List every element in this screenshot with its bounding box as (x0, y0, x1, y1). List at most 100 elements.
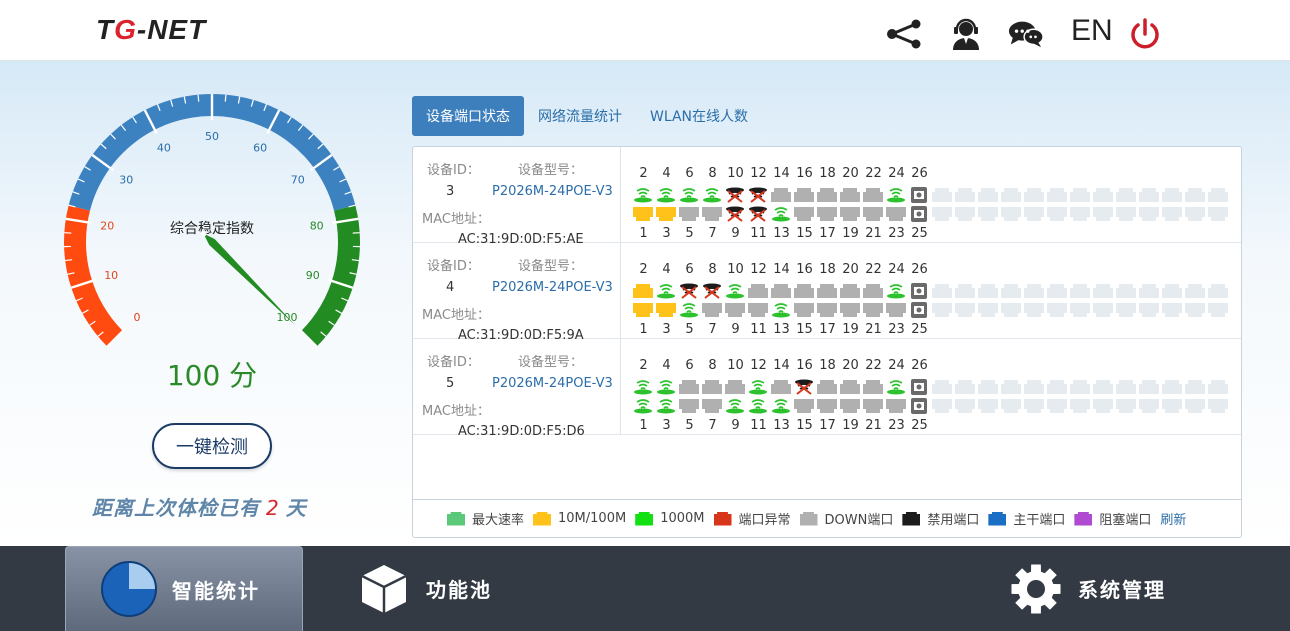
ethernet-port[interactable] (748, 283, 768, 299)
sfp-port[interactable] (909, 206, 929, 222)
tab-wlan-online-users[interactable]: WLAN在线人数 (636, 96, 762, 136)
port-number: 2 (639, 262, 648, 277)
nav-smart-stats[interactable]: 智能统计 (65, 546, 303, 631)
nav-function-pool[interactable]: 功能池 (360, 546, 540, 631)
ethernet-port[interactable] (863, 206, 883, 222)
ethernet-port[interactable] (794, 398, 814, 414)
ethernet-port[interactable] (679, 379, 699, 395)
ethernet-port[interactable] (840, 206, 860, 222)
ethernet-port[interactable] (679, 283, 699, 299)
ethernet-port[interactable] (817, 398, 837, 414)
ethernet-port[interactable] (679, 187, 699, 203)
language-toggle[interactable]: EN (1071, 14, 1113, 48)
chat-icon[interactable] (1008, 16, 1044, 52)
ethernet-port[interactable] (840, 398, 860, 414)
ethernet-port[interactable] (656, 283, 676, 299)
ethernet-port[interactable] (817, 302, 837, 318)
ethernet-port[interactable] (656, 379, 676, 395)
ethernet-port[interactable] (771, 379, 791, 395)
ethernet-port[interactable] (886, 302, 906, 318)
one-click-detect-button[interactable]: 一键检测 (152, 423, 272, 469)
ethernet-port[interactable] (771, 398, 791, 414)
sfp-port[interactable] (909, 302, 929, 318)
ethernet-port[interactable] (725, 283, 745, 299)
device-model-value[interactable]: P2026M-24POE-V3 (492, 280, 613, 295)
sfp-port[interactable] (909, 398, 929, 414)
ethernet-port[interactable] (771, 206, 791, 222)
ethernet-port[interactable] (840, 187, 860, 203)
refresh-link[interactable]: 刷新 (1160, 509, 1186, 528)
device-row: 设备ID： 设备型号： 3 P2026M-24POE-V3 MAC地址： AC:31:9D… (413, 147, 1241, 247)
ethernet-port[interactable] (817, 379, 837, 395)
sfp-port[interactable] (909, 187, 929, 203)
ethernet-port[interactable] (702, 283, 722, 299)
ethernet-port[interactable] (748, 379, 768, 395)
ethernet-port[interactable] (863, 398, 883, 414)
ethernet-port[interactable] (656, 206, 676, 222)
ethernet-port[interactable] (679, 302, 699, 318)
empty-port-slot (1162, 187, 1182, 203)
ethernet-port[interactable] (633, 206, 653, 222)
ethernet-port[interactable] (725, 206, 745, 222)
ethernet-port[interactable] (771, 283, 791, 299)
ethernet-port[interactable] (817, 187, 837, 203)
ethernet-port[interactable] (633, 187, 653, 203)
ethernet-port[interactable] (748, 302, 768, 318)
ethernet-port[interactable] (748, 206, 768, 222)
power-icon[interactable] (1127, 16, 1163, 52)
empty-port-slot (1162, 302, 1182, 318)
ethernet-port[interactable] (771, 302, 791, 318)
ethernet-port[interactable] (702, 302, 722, 318)
ethernet-port[interactable] (886, 379, 906, 395)
ethernet-port[interactable] (725, 379, 745, 395)
device-model-value[interactable]: P2026M-24POE-V3 (492, 184, 613, 199)
ethernet-port[interactable] (794, 206, 814, 222)
sfp-port[interactable] (909, 379, 929, 395)
ethernet-port[interactable] (840, 379, 860, 395)
ethernet-port[interactable] (886, 398, 906, 414)
ethernet-port[interactable] (679, 206, 699, 222)
empty-port-slot (1070, 302, 1090, 318)
ethernet-port[interactable] (748, 398, 768, 414)
ethernet-port[interactable] (702, 187, 722, 203)
ethernet-port[interactable] (863, 302, 883, 318)
nav-system-management[interactable]: 系统管理 (1010, 546, 1190, 631)
ethernet-port[interactable] (863, 283, 883, 299)
ethernet-port[interactable] (702, 206, 722, 222)
ethernet-port[interactable] (840, 283, 860, 299)
ethernet-port[interactable] (817, 206, 837, 222)
ethernet-port[interactable] (656, 187, 676, 203)
ethernet-port[interactable] (794, 379, 814, 395)
ethernet-port[interactable] (725, 187, 745, 203)
ethernet-port[interactable] (633, 379, 653, 395)
ethernet-port[interactable] (863, 187, 883, 203)
ethernet-port[interactable] (702, 398, 722, 414)
share-icon[interactable] (886, 16, 922, 52)
ethernet-port[interactable] (817, 283, 837, 299)
sfp-port[interactable] (909, 283, 929, 299)
tab-device-port-status[interactable]: 设备端口状态 (412, 96, 524, 136)
tab-network-traffic[interactable]: 网络流量统计 (524, 96, 636, 136)
ethernet-port[interactable] (633, 283, 653, 299)
ethernet-port[interactable] (863, 379, 883, 395)
ethernet-port[interactable] (748, 187, 768, 203)
ethernet-port[interactable] (633, 398, 653, 414)
ethernet-port[interactable] (679, 398, 699, 414)
support-agent-icon[interactable] (948, 16, 984, 52)
ethernet-port[interactable] (794, 283, 814, 299)
ethernet-port[interactable] (771, 187, 791, 203)
ethernet-port[interactable] (656, 398, 676, 414)
ethernet-port[interactable] (725, 398, 745, 414)
ethernet-port[interactable] (886, 206, 906, 222)
ethernet-port[interactable] (725, 302, 745, 318)
ethernet-port[interactable] (794, 187, 814, 203)
ethernet-port[interactable] (886, 187, 906, 203)
device-model-value[interactable]: P2026M-24POE-V3 (492, 376, 613, 391)
ethernet-port[interactable] (794, 302, 814, 318)
ethernet-port[interactable] (656, 302, 676, 318)
ethernet-port[interactable] (840, 302, 860, 318)
ethernet-port[interactable] (633, 302, 653, 318)
nav-label: 功能池 (426, 578, 492, 602)
ethernet-port[interactable] (886, 283, 906, 299)
ethernet-port[interactable] (702, 379, 722, 395)
